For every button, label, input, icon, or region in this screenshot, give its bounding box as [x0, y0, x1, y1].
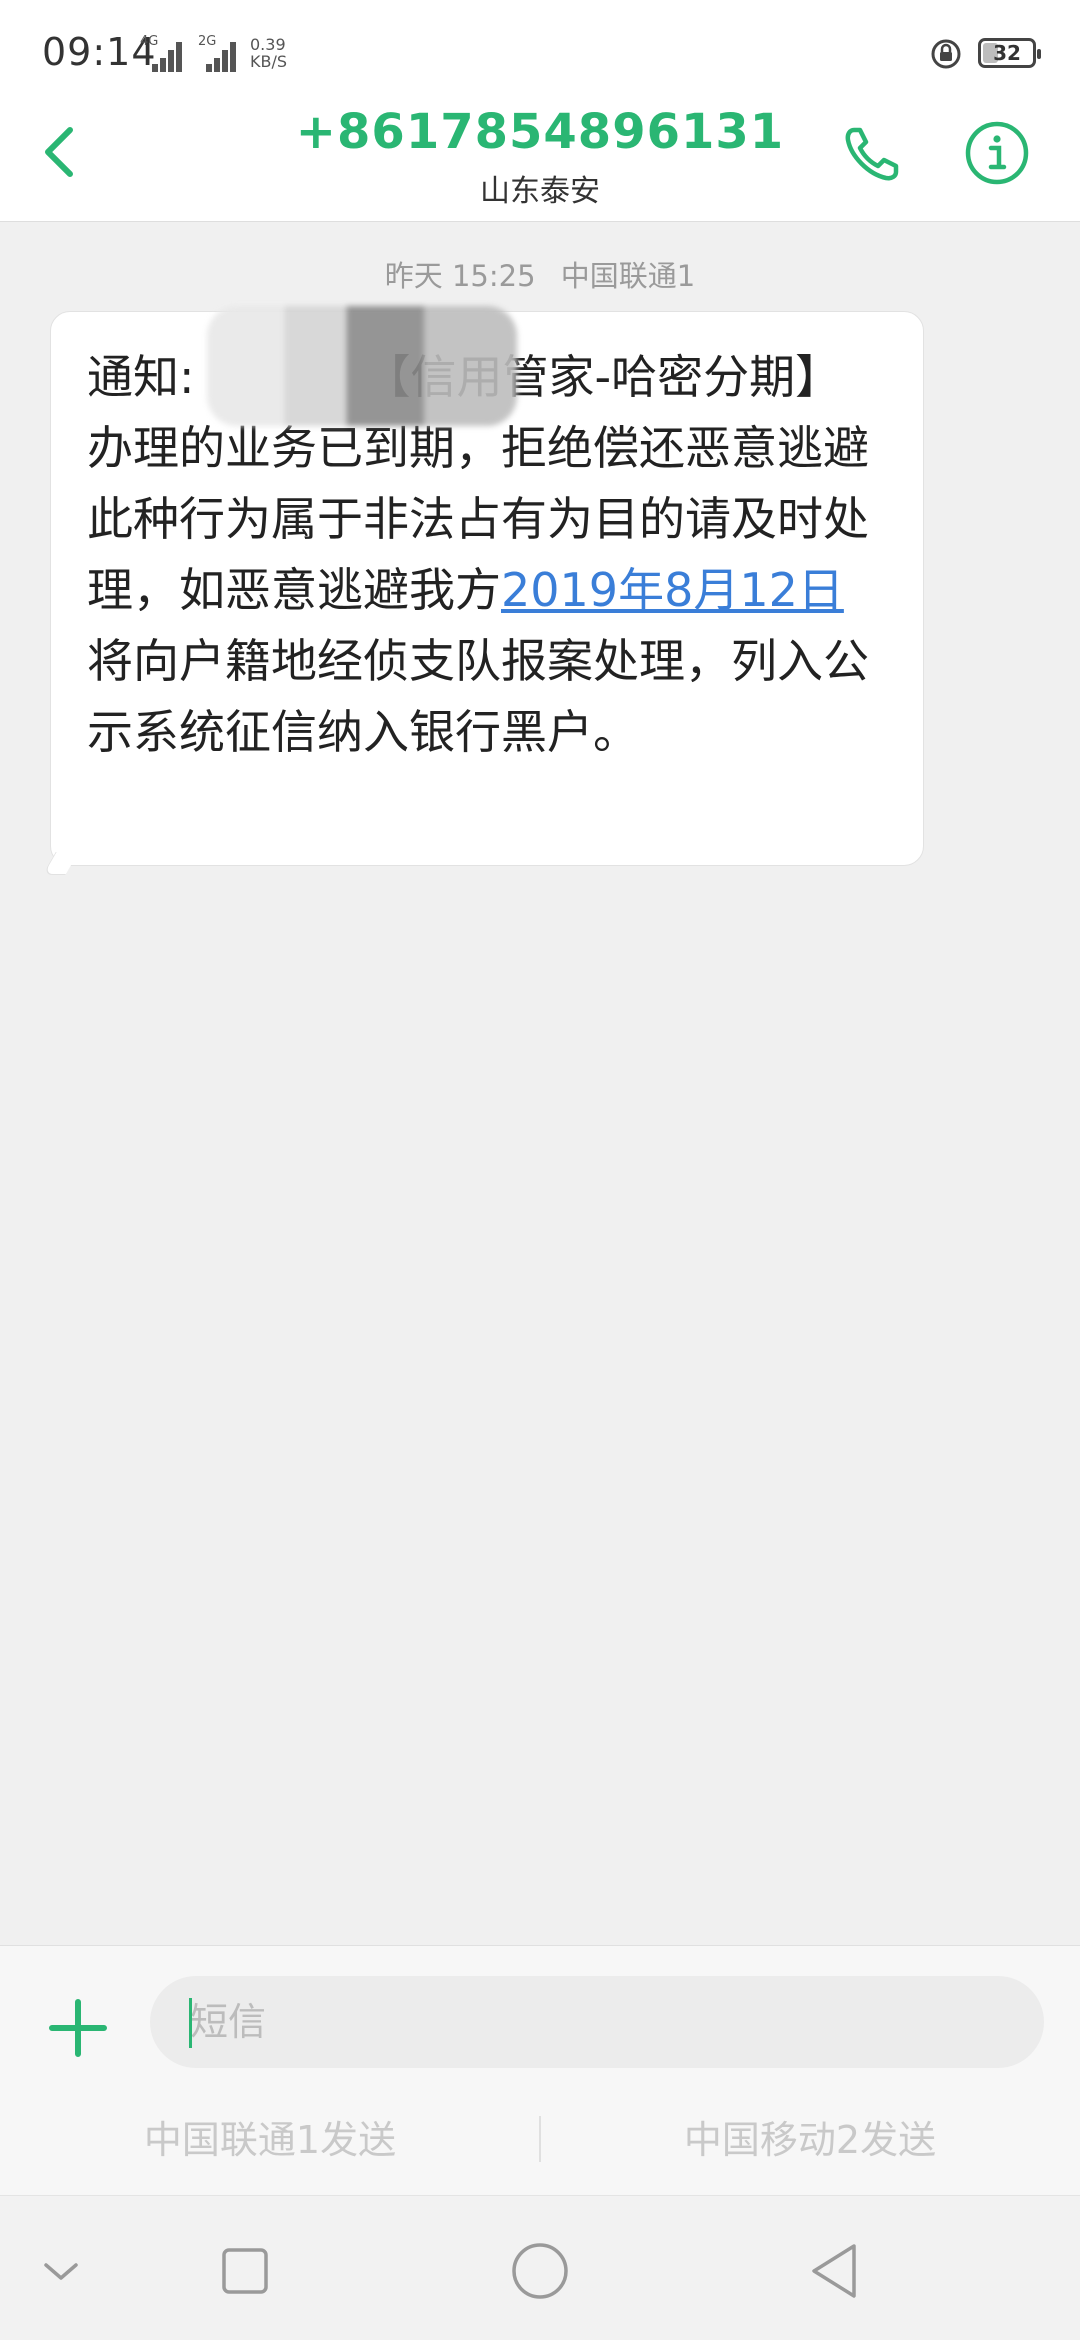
- message-thread[interactable]: 昨天 15:25 中国联通1 通知: 【信用管家-哈密分期】办理的业务已到期，拒绝…: [0, 223, 1080, 1945]
- message-timestamp: 昨天 15:25: [384, 259, 536, 293]
- message-composer: 中国联通1发送 中国移动2发送: [0, 1945, 1080, 2195]
- phone-icon[interactable]: [840, 122, 904, 186]
- triangle-back-icon[interactable]: [800, 2236, 870, 2306]
- plus-icon[interactable]: [48, 1998, 108, 2058]
- message-meta: 昨天 15:25 中国联通1: [0, 253, 1080, 295]
- sim1-signal-icon: 4G: [140, 34, 182, 72]
- message-text-prefix: 通知:: [87, 350, 195, 404]
- network-speed-value: 0.39: [250, 35, 286, 54]
- battery-icon: 32: [978, 38, 1041, 68]
- contact-location: 山东泰安: [480, 174, 600, 209]
- date-link[interactable]: 2019年8月12日: [501, 563, 844, 617]
- contact-number: +8617854896131: [295, 104, 785, 160]
- system-navigation-bar: [0, 2195, 1080, 2340]
- conversation-header: +8617854896131 山东泰安: [0, 100, 1080, 222]
- send-sim2-button[interactable]: 中国移动2发送: [540, 2104, 1080, 2174]
- message-carrier: 中国联通1: [560, 259, 696, 293]
- sim2-signal-icon: 2G: [198, 34, 238, 72]
- network-speed-unit: KB/S: [250, 52, 288, 71]
- redaction-overlay: [207, 306, 517, 426]
- send-buttons-row: 中国联通1发送 中国移动2发送: [0, 2094, 1080, 2174]
- sim2-network-tag: 2G: [198, 34, 217, 49]
- status-bar: 09:14 4G 2G 0.39 KB/S 32: [0, 0, 1080, 100]
- message-input[interactable]: [150, 1976, 1044, 2068]
- message-text: 通知: 【信用管家-哈密分期】办理的业务已到期，拒绝偿还恶意逃避此种行为属于非法占…: [87, 306, 887, 768]
- network-speed: 0.39 KB/S: [250, 36, 287, 70]
- message-text-suffix: 将向户籍地经侦支队报案处理，列入公示系统征信纳入银行黑户。: [87, 634, 869, 759]
- circle-icon[interactable]: [505, 2236, 575, 2306]
- incoming-message-bubble[interactable]: 通知: 【信用管家-哈密分期】办理的业务已到期，拒绝偿还恶意逃避此种行为属于非法占…: [50, 306, 924, 866]
- square-icon[interactable]: [210, 2236, 280, 2306]
- send-sim1-button[interactable]: 中国联通1发送: [0, 2104, 540, 2174]
- rotation-lock-icon: [931, 39, 961, 69]
- text-caret: [189, 1998, 192, 2048]
- sim1-network-tag: 4G: [140, 34, 159, 49]
- info-icon[interactable]: [964, 120, 1030, 186]
- chevron-down-icon[interactable]: [26, 2236, 96, 2306]
- battery-level: 32: [993, 41, 1021, 65]
